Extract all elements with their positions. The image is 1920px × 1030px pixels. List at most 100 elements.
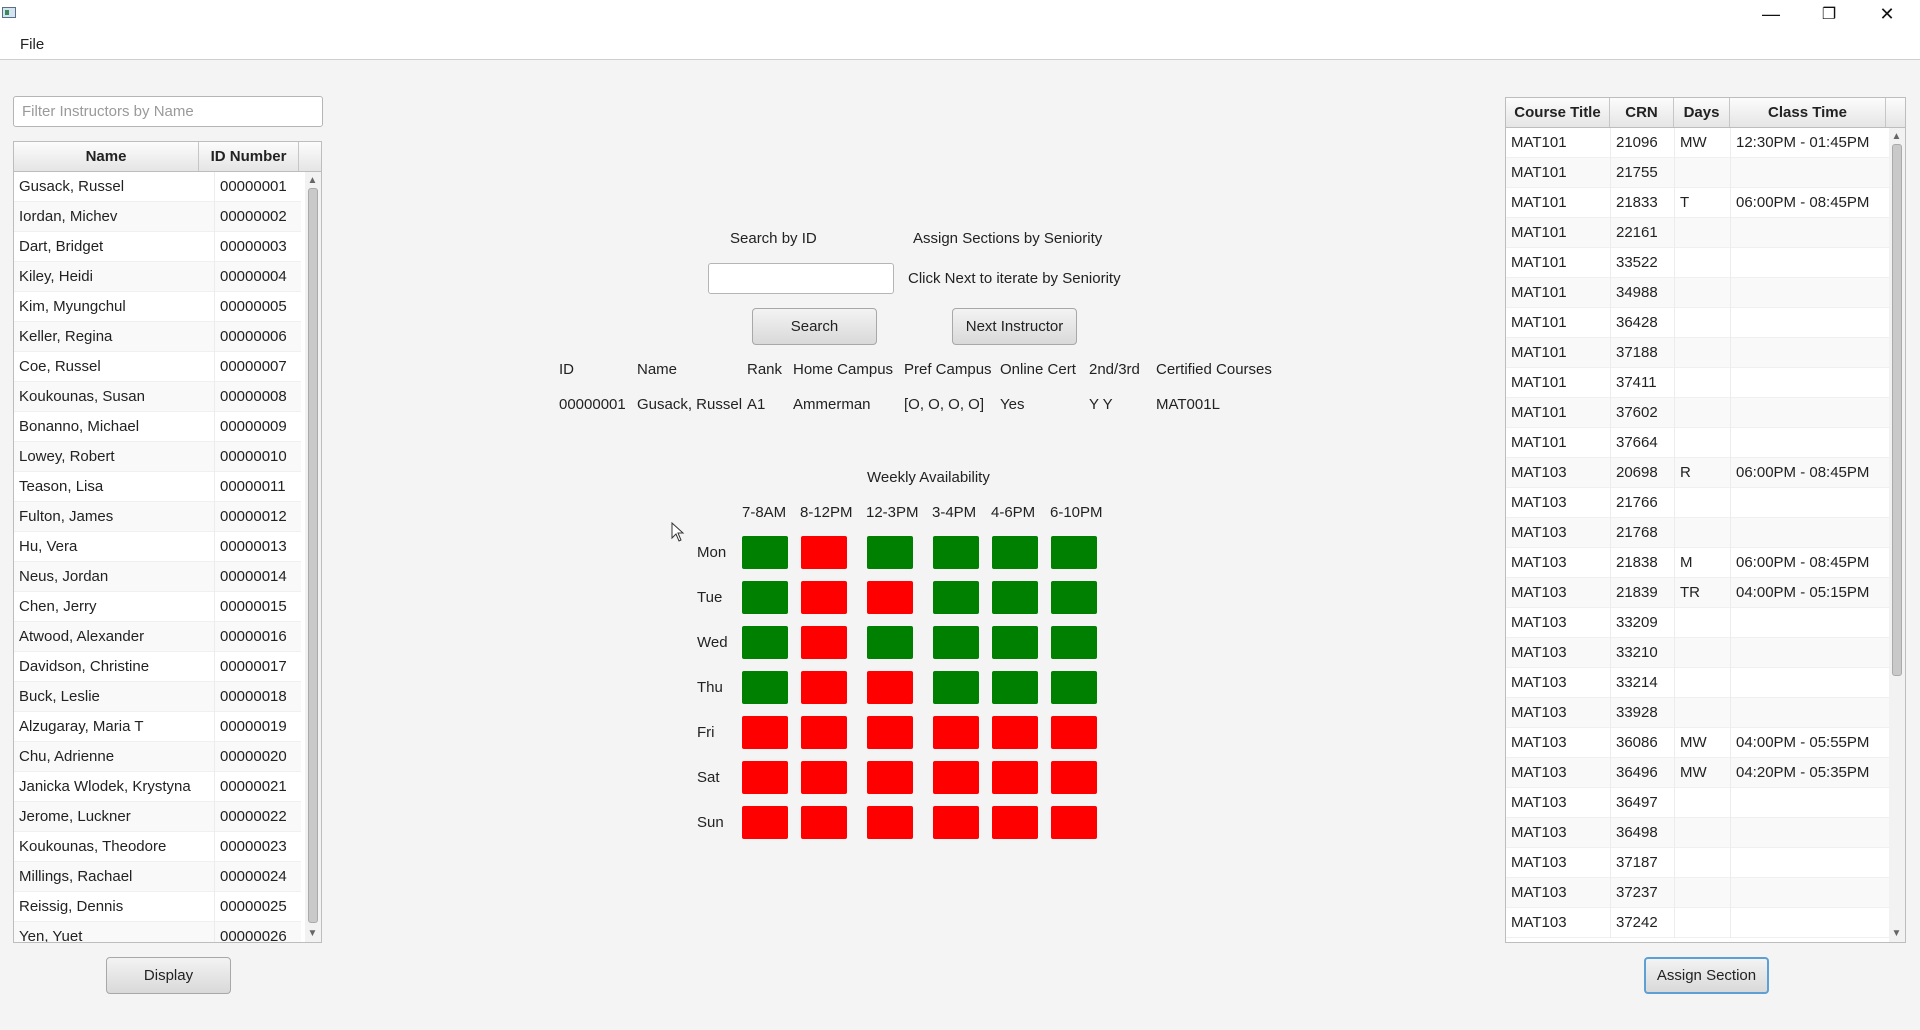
instructor-row[interactable]: Kim, Myungchul 00000005	[14, 292, 301, 322]
availability-cell-unavailable[interactable]	[801, 536, 847, 569]
availability-cell-unavailable[interactable]	[933, 806, 979, 839]
availability-cell-unavailable[interactable]	[992, 761, 1038, 794]
course-row[interactable]: MAT101 21833 T 06:00PM - 08:45PM	[1506, 188, 1889, 218]
instructor-row[interactable]: Reissig, Dennis 00000025	[14, 892, 301, 922]
availability-cell-available[interactable]	[933, 671, 979, 704]
scrollbar-thumb[interactable]	[1892, 144, 1902, 676]
availability-cell-available[interactable]	[867, 536, 913, 569]
search-button[interactable]: Search	[752, 308, 877, 345]
instructor-row[interactable]: Lowey, Robert 00000010	[14, 442, 301, 472]
instructor-row[interactable]: Teason, Lisa 00000011	[14, 472, 301, 502]
menu-file[interactable]: File	[20, 36, 44, 53]
column-header-class-time[interactable]: Class Time	[1730, 98, 1886, 127]
instructor-filter-input[interactable]	[13, 96, 323, 127]
course-row[interactable]: MAT103 37187	[1506, 848, 1889, 878]
availability-cell-unavailable[interactable]	[801, 581, 847, 614]
instructor-row[interactable]: Gusack, Russel 00000001	[14, 172, 301, 202]
availability-cell-unavailable[interactable]	[801, 806, 847, 839]
course-row[interactable]: MAT101 34988	[1506, 278, 1889, 308]
availability-cell-unavailable[interactable]	[1051, 761, 1097, 794]
course-row[interactable]: MAT103 37237	[1506, 878, 1889, 908]
scroll-down-arrow-icon[interactable]: ▼	[306, 927, 319, 940]
course-row[interactable]: MAT101 37602	[1506, 398, 1889, 428]
id-search-input[interactable]	[708, 263, 894, 294]
availability-cell-unavailable[interactable]	[867, 761, 913, 794]
course-row[interactable]: MAT103 36498	[1506, 818, 1889, 848]
course-row[interactable]: MAT101 37664	[1506, 428, 1889, 458]
column-header-crn[interactable]: CRN	[1610, 98, 1674, 127]
instructor-row[interactable]: Chu, Adrienne 00000020	[14, 742, 301, 772]
availability-cell-unavailable[interactable]	[867, 716, 913, 749]
scrollbar-thumb[interactable]	[308, 188, 318, 923]
course-row[interactable]: MAT103 21838 M 06:00PM - 08:45PM	[1506, 548, 1889, 578]
course-row[interactable]: MAT101 37411	[1506, 368, 1889, 398]
instructor-row[interactable]: Jerome, Luckner 00000022	[14, 802, 301, 832]
availability-cell-available[interactable]	[742, 581, 788, 614]
course-row[interactable]: MAT101 37188	[1506, 338, 1889, 368]
availability-cell-unavailable[interactable]	[801, 761, 847, 794]
availability-cell-available[interactable]	[992, 671, 1038, 704]
instructor-row[interactable]: Buck, Leslie 00000018	[14, 682, 301, 712]
availability-cell-available[interactable]	[867, 626, 913, 659]
availability-cell-unavailable[interactable]	[992, 716, 1038, 749]
maximize-button[interactable]: ❐	[1800, 0, 1858, 29]
column-header-id-number[interactable]: ID Number	[199, 142, 299, 171]
course-row[interactable]: MAT103 33210	[1506, 638, 1889, 668]
availability-cell-available[interactable]	[742, 626, 788, 659]
availability-cell-unavailable[interactable]	[742, 761, 788, 794]
scroll-up-arrow-icon[interactable]: ▲	[306, 174, 319, 187]
course-row[interactable]: MAT103 21839 TR 04:00PM - 05:15PM	[1506, 578, 1889, 608]
instructor-row[interactable]: Koukounas, Susan 00000008	[14, 382, 301, 412]
availability-cell-unavailable[interactable]	[1051, 806, 1097, 839]
course-row[interactable]: MAT103 37242	[1506, 908, 1889, 938]
instructor-row[interactable]: Fulton, James 00000012	[14, 502, 301, 532]
availability-cell-unavailable[interactable]	[742, 806, 788, 839]
availability-cell-unavailable[interactable]	[933, 761, 979, 794]
availability-cell-unavailable[interactable]	[801, 671, 847, 704]
availability-cell-unavailable[interactable]	[992, 806, 1038, 839]
course-row[interactable]: MAT101 21755	[1506, 158, 1889, 188]
availability-cell-available[interactable]	[1051, 536, 1097, 569]
instructor-row[interactable]: Iordan, Michev 00000002	[14, 202, 301, 232]
course-row[interactable]: MAT101 22161	[1506, 218, 1889, 248]
availability-cell-available[interactable]	[992, 581, 1038, 614]
course-row[interactable]: MAT103 36496 MW 04:20PM - 05:35PM	[1506, 758, 1889, 788]
availability-cell-available[interactable]	[1051, 671, 1097, 704]
availability-cell-available[interactable]	[1051, 581, 1097, 614]
instructor-row[interactable]: Alzugaray, Maria T 00000019	[14, 712, 301, 742]
instructor-row[interactable]: Yen, Yuet 00000026	[14, 922, 301, 942]
availability-cell-unavailable[interactable]	[867, 671, 913, 704]
availability-cell-unavailable[interactable]	[933, 716, 979, 749]
course-row[interactable]: MAT101 33522	[1506, 248, 1889, 278]
course-row[interactable]: MAT103 33209	[1506, 608, 1889, 638]
instructor-row[interactable]: Neus, Jordan 00000014	[14, 562, 301, 592]
availability-cell-unavailable[interactable]	[742, 716, 788, 749]
availability-cell-available[interactable]	[1051, 626, 1097, 659]
availability-cell-available[interactable]	[933, 581, 979, 614]
availability-cell-available[interactable]	[742, 671, 788, 704]
instructor-row[interactable]: Atwood, Alexander 00000016	[14, 622, 301, 652]
instructor-row[interactable]: Hu, Vera 00000013	[14, 532, 301, 562]
availability-cell-available[interactable]	[992, 536, 1038, 569]
course-row[interactable]: MAT101 21096 MW 12:30PM - 01:45PM	[1506, 128, 1889, 158]
course-row[interactable]: MAT103 36497	[1506, 788, 1889, 818]
course-row[interactable]: MAT103 33928	[1506, 698, 1889, 728]
instructor-row[interactable]: Coe, Russel 00000007	[14, 352, 301, 382]
availability-cell-unavailable[interactable]	[801, 626, 847, 659]
course-row[interactable]: MAT103 33214	[1506, 668, 1889, 698]
scroll-up-arrow-icon[interactable]: ▲	[1890, 130, 1903, 143]
availability-cell-available[interactable]	[933, 626, 979, 659]
course-row[interactable]: MAT103 36086 MW 04:00PM - 05:55PM	[1506, 728, 1889, 758]
instructor-row[interactable]: Keller, Regina 00000006	[14, 322, 301, 352]
close-button[interactable]: ✕	[1858, 0, 1916, 29]
availability-cell-unavailable[interactable]	[1051, 716, 1097, 749]
column-header-course-title[interactable]: Course Title	[1506, 98, 1610, 127]
instructor-row[interactable]: Dart, Bridget 00000003	[14, 232, 301, 262]
instructor-row[interactable]: Janicka Wlodek, Krystyna 00000021	[14, 772, 301, 802]
course-row[interactable]: MAT103 21768	[1506, 518, 1889, 548]
scroll-down-arrow-icon[interactable]: ▼	[1890, 927, 1903, 940]
availability-cell-available[interactable]	[992, 626, 1038, 659]
column-header-name[interactable]: Name	[14, 142, 199, 171]
availability-cell-available[interactable]	[933, 536, 979, 569]
instructor-row[interactable]: Chen, Jerry 00000015	[14, 592, 301, 622]
